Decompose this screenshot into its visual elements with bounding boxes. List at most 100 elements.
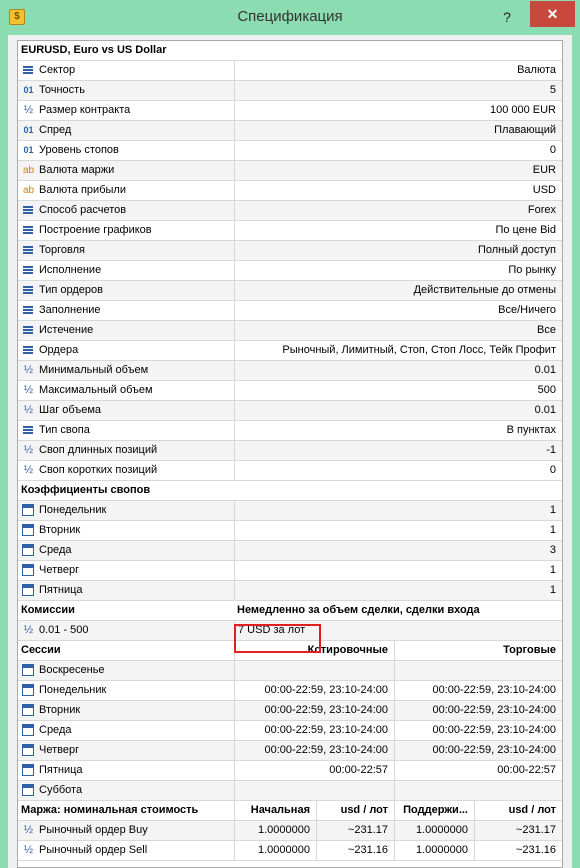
swap-day-label: Среда bbox=[39, 544, 72, 556]
property-row[interactable]: ½ Максимальный объем 500 bbox=[18, 381, 562, 401]
property-value: Все bbox=[234, 321, 562, 340]
swap-day-row[interactable]: Вторник 1 bbox=[18, 521, 562, 541]
session-day-label: Среда bbox=[39, 724, 72, 736]
close-button[interactable]: ✕ bbox=[530, 1, 575, 27]
session-day-row[interactable]: Суббота bbox=[18, 781, 562, 801]
property-row[interactable]: 01 Точность 5 bbox=[18, 81, 562, 101]
sessions-trade-header: Торговые bbox=[394, 641, 562, 660]
help-button[interactable]: ? bbox=[495, 6, 519, 28]
session-day-label: Воскресенье bbox=[39, 664, 105, 676]
property-label: Исполнение bbox=[39, 264, 102, 276]
margin-initial: 1.0000000 bbox=[234, 841, 316, 860]
property-row[interactable]: Построение графиков По цене Bid bbox=[18, 221, 562, 241]
session-quotes: 00:00-22:59, 23:10-24:00 bbox=[234, 701, 394, 720]
property-value: 0.01 bbox=[234, 401, 562, 420]
session-quotes: 00:00-22:59, 23:10-24:00 bbox=[234, 721, 394, 740]
symbol-header-row[interactable]: EURUSD, Euro vs US Dollar bbox=[18, 41, 562, 61]
property-label: Тип ордеров bbox=[39, 284, 103, 296]
swap-day-value: 1 bbox=[234, 501, 562, 520]
session-day-label: Понедельник bbox=[39, 684, 107, 696]
swap-header: Коэффициенты свопов bbox=[21, 484, 151, 496]
margin-maintenance: 1.0000000 bbox=[394, 841, 474, 860]
swap-day-label: Вторник bbox=[39, 524, 81, 536]
property-row[interactable]: Исполнение По рынку bbox=[18, 261, 562, 281]
swap-header-row[interactable]: Коэффициенты свопов bbox=[18, 481, 562, 501]
property-label: Точность bbox=[39, 84, 85, 96]
swap-day-row[interactable]: Среда 3 bbox=[18, 541, 562, 561]
property-value: По рынку bbox=[234, 261, 562, 280]
property-row[interactable]: ab Валюта маржи EUR bbox=[18, 161, 562, 181]
property-value: Все/Ничего bbox=[234, 301, 562, 320]
margin-maintenance-usd: ~231.16 bbox=[474, 841, 562, 860]
margin-row-label: Рыночный ордер Sell bbox=[39, 844, 148, 856]
swap-day-label: Пятница bbox=[39, 584, 83, 596]
swap-day-value: 1 bbox=[234, 581, 562, 600]
commission-highlight-box bbox=[234, 624, 321, 653]
property-label: Заполнение bbox=[39, 304, 101, 316]
property-row[interactable]: ½ Шаг объема 0.01 bbox=[18, 401, 562, 421]
property-label: Шаг объема bbox=[39, 404, 101, 416]
property-row[interactable]: Ордера Рыночный, Лимитный, Стоп, Стоп Лос… bbox=[18, 341, 562, 361]
property-row[interactable]: Заполнение Все/Ничего bbox=[18, 301, 562, 321]
property-row[interactable]: Истечение Все bbox=[18, 321, 562, 341]
session-day-label: Пятница bbox=[39, 764, 83, 776]
property-row[interactable]: 01 Спред Плавающий bbox=[18, 121, 562, 141]
property-row[interactable]: ab Валюта прибыли USD bbox=[18, 181, 562, 201]
margin-row[interactable]: ½ Рыночный ордер Buy 1.0000000 ~231.17 1.000… bbox=[18, 821, 562, 841]
swap-day-value: 1 bbox=[234, 561, 562, 580]
commission-header: Комиссии bbox=[21, 604, 75, 616]
property-value: 5 bbox=[234, 81, 562, 100]
property-label: Спред bbox=[39, 124, 72, 136]
property-value: 100 000 EUR bbox=[234, 101, 562, 120]
property-value: Рыночный, Лимитный, Стоп, Стоп Лосс, Тей… bbox=[234, 341, 562, 360]
session-quotes bbox=[234, 781, 394, 800]
swap-day-row[interactable]: Пятница 1 bbox=[18, 581, 562, 601]
window-title: Спецификация bbox=[237, 8, 343, 25]
property-row[interactable]: ½ Своп длинных позиций -1 bbox=[18, 441, 562, 461]
property-row[interactable]: ½ Своп коротких позиций 0 bbox=[18, 461, 562, 481]
swap-day-value: 3 bbox=[234, 541, 562, 560]
commission-type: Немедленно за объем сделки, сделки входа bbox=[237, 604, 480, 616]
property-label: Ордера bbox=[39, 344, 79, 356]
swap-day-row[interactable]: Понедельник 1 bbox=[18, 501, 562, 521]
swap-day-label: Понедельник bbox=[39, 504, 107, 516]
margin-initial-usd: ~231.16 bbox=[316, 841, 394, 860]
property-value: В пунктах bbox=[234, 421, 562, 440]
session-day-row[interactable]: Четверг 00:00-22:59, 23:10-24:00 00:00-22:… bbox=[18, 741, 562, 761]
session-day-row[interactable]: Воскресенье bbox=[18, 661, 562, 681]
property-row[interactable]: Тип свопа В пунктах bbox=[18, 421, 562, 441]
swap-day-row[interactable]: Четверг 1 bbox=[18, 561, 562, 581]
property-row[interactable]: Тип ордеров Действительные до отмены bbox=[18, 281, 562, 301]
property-label: Сектор bbox=[39, 64, 76, 76]
property-label: Размер контракта bbox=[39, 104, 131, 116]
session-quotes: 00:00-22:59, 23:10-24:00 bbox=[234, 741, 394, 760]
margin-header-row[interactable]: Маржа: номинальная стоимость Начальная usd… bbox=[18, 801, 562, 821]
session-day-label: Суббота bbox=[39, 784, 83, 796]
property-row[interactable]: ½ Минимальный объем 0.01 bbox=[18, 361, 562, 381]
session-quotes bbox=[234, 661, 394, 680]
property-value: 0 bbox=[234, 141, 562, 160]
session-day-row[interactable]: Вторник 00:00-22:59, 23:10-24:00 00:00-22:… bbox=[18, 701, 562, 721]
session-day-row[interactable]: Понедельник 00:00-22:59, 23:10-24:00 00:00… bbox=[18, 681, 562, 701]
property-value: EUR bbox=[234, 161, 562, 180]
margin-row[interactable]: ½ Рыночный ордер Sell 1.0000000 ~231.16 1.00… bbox=[18, 841, 562, 861]
property-label: Валюта прибыли bbox=[39, 184, 126, 196]
property-row[interactable]: Сектор Валюта bbox=[18, 61, 562, 81]
property-row[interactable]: Торговля Полный доступ bbox=[18, 241, 562, 261]
dialog-body: EURUSD, Euro vs US Dollar Сектор Валюта 0 1 Т… bbox=[8, 35, 572, 868]
margin-maintenance: 1.0000000 bbox=[394, 821, 474, 840]
commission-header-row[interactable]: Комиссии Немедленно за объем сделки, сдел… bbox=[18, 601, 562, 621]
property-label: Способ расчетов bbox=[39, 204, 127, 216]
property-value: Плавающий bbox=[234, 121, 562, 140]
session-quotes: 00:00-22:57 bbox=[234, 761, 394, 780]
property-value: Forex bbox=[234, 201, 562, 220]
property-label: Истечение bbox=[39, 324, 94, 336]
property-row[interactable]: Способ расчетов Forex bbox=[18, 201, 562, 221]
session-day-row[interactable]: Пятница 00:00-22:57 00:00-22:57 bbox=[18, 761, 562, 781]
property-row[interactable]: ½ Размер контракта 100 000 EUR bbox=[18, 101, 562, 121]
specification-table[interactable]: EURUSD, Euro vs US Dollar Сектор Валюта 0 1 Т… bbox=[17, 40, 563, 868]
session-trade: 00:00-22:59, 23:10-24:00 bbox=[394, 721, 562, 740]
property-value: 500 bbox=[234, 381, 562, 400]
property-row[interactable]: 01 Уровень стопов 0 bbox=[18, 141, 562, 161]
session-day-row[interactable]: Среда 00:00-22:59, 23:10-24:00 00:00-22:59… bbox=[18, 721, 562, 741]
